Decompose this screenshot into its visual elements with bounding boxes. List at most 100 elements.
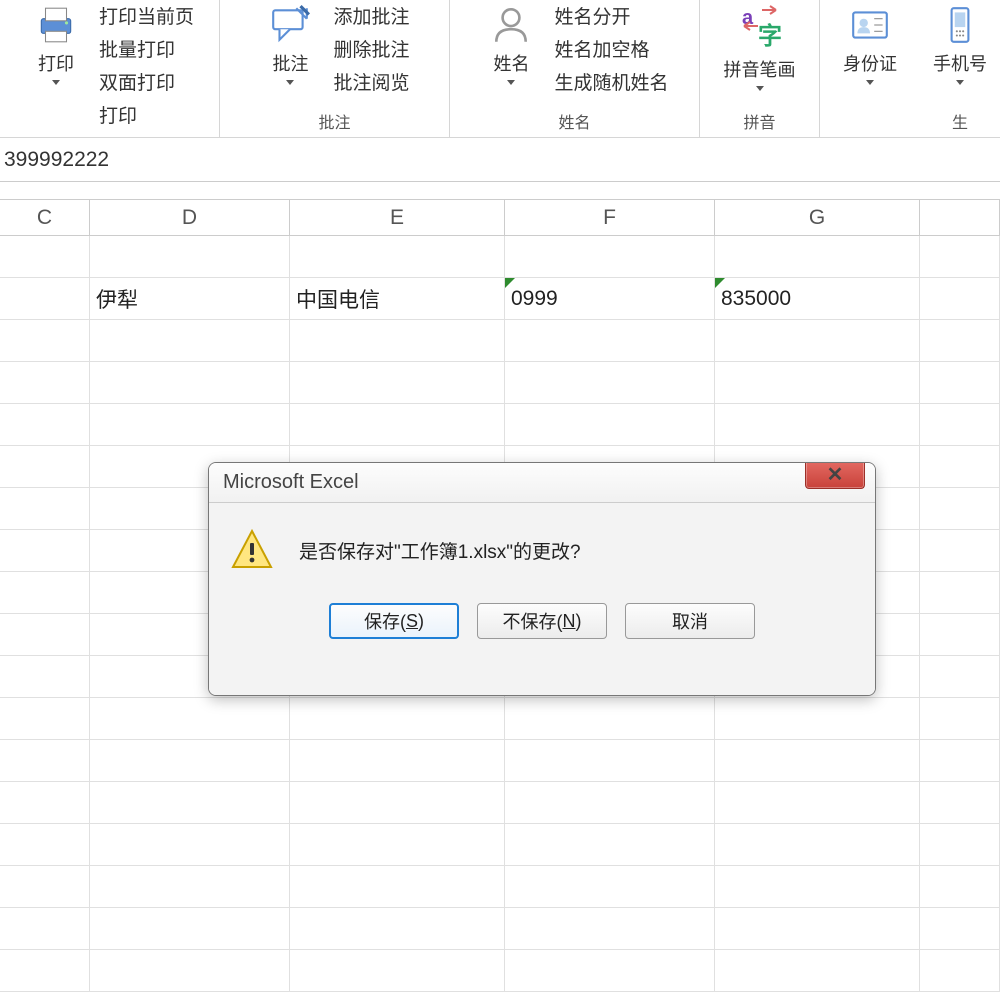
comment-button[interactable]: 批注 [255,0,325,91]
ribbon: 打印 打印当前页 批量打印 双面打印 打印 批注 添加批注 删除批注 批注阅览 [0,0,1000,138]
table-row [0,320,1000,362]
dropdown-icon [866,80,874,85]
print-current-page[interactable]: 打印当前页 [95,0,198,31]
add-comment[interactable]: 添加批注 [329,0,413,31]
print-button[interactable]: 打印 [21,0,91,91]
dialog-title: Microsoft Excel [223,471,359,494]
batch-print[interactable]: 批量打印 [95,33,198,64]
table-row [0,236,1000,278]
table-row [0,950,1000,992]
col-head-d[interactable]: D [90,200,290,235]
error-indicator-icon [715,278,725,288]
cancel-button[interactable]: 取消 [625,603,755,639]
cell-f[interactable]: 0999 [505,278,715,319]
warning-icon [229,527,275,573]
cell[interactable] [715,236,920,277]
delete-comment[interactable]: 删除批注 [329,33,413,64]
name-split[interactable]: 姓名分开 [550,0,672,31]
comment-icon [269,4,311,46]
comment-label: 批注 [272,50,308,76]
col-head-f[interactable]: F [505,200,715,235]
dialog-message: 是否保存对"工作簿1.xlsx"的更改? [299,537,581,564]
dropdown-icon [756,86,764,91]
id-button[interactable]: 身份证 [825,0,915,91]
id-group-label [868,115,872,133]
table-row [0,908,1000,950]
ribbon-group-id: 身份证 [820,0,920,137]
dialog-buttons: 保存(S) 不保存(N) 取消 [229,603,855,639]
formula-bar[interactable]: 399992222 [0,138,1000,182]
phone-group-label: 生 [952,109,968,133]
formula-bar-value: 399992222 [4,148,109,172]
cell[interactable] [0,278,90,319]
spacer [0,182,1000,200]
table-row [0,698,1000,740]
cell[interactable] [920,236,1000,277]
printer-icon [35,4,77,46]
ribbon-group-print: 打印 打印当前页 批量打印 双面打印 打印 [0,0,220,137]
print-sublist: 打印当前页 批量打印 双面打印 打印 [95,0,198,130]
close-icon: ✕ [827,462,844,487]
cell-e[interactable]: 中国电信 [290,278,505,319]
cell-value: 835000 [721,287,791,311]
cell[interactable] [90,236,290,277]
col-head-c[interactable]: C [0,200,90,235]
ribbon-group-comment: 批注 添加批注 删除批注 批注阅览 批注 [220,0,450,137]
pinyin-group-label: 拼音 [743,109,775,133]
comment-sublist: 添加批注 删除批注 批注阅览 [329,0,413,97]
svg-text:字: 字 [758,22,782,50]
name-label: 姓名 [493,50,529,76]
dropdown-icon [286,80,294,85]
ribbon-group-name: 姓名 姓名分开 姓名加空格 生成随机姓名 姓名 [450,0,700,137]
table-row [0,404,1000,446]
col-head-e[interactable]: E [290,200,505,235]
pinyin-button[interactable]: a字 拼音笔画 [710,0,810,97]
col-head-g[interactable]: G [715,200,920,235]
dropdown-icon [52,80,60,85]
name-group-label: 姓名 [558,109,590,133]
pinyin-icon: a字 [736,4,784,52]
cell[interactable] [0,236,90,277]
cell-g[interactable]: 835000 [715,278,920,319]
name-space[interactable]: 姓名加空格 [550,33,672,64]
review-comment[interactable]: 批注阅览 [329,66,413,97]
save-dialog: Microsoft Excel ✕ 是否保存对"工作簿1.xlsx"的更改? 保… [208,462,876,696]
table-row: 伊犁 中国电信 0999 835000 [0,278,1000,320]
error-indicator-icon [505,278,515,288]
print-item[interactable]: 打印 [95,99,198,130]
ribbon-group-phone: 手机号 生 [920,0,1000,137]
cell[interactable] [920,278,1000,319]
cell-d[interactable]: 伊犁 [90,278,290,319]
comment-group-label: 批注 [318,109,350,133]
phone-label: 手机号 [933,50,987,76]
save-button[interactable]: 保存(S) [329,603,459,639]
cell[interactable] [505,236,715,277]
name-button[interactable]: 姓名 [476,0,546,91]
col-head-h[interactable] [920,200,1000,235]
phone-button[interactable]: 手机号 [925,0,995,91]
column-headers: C D E F G [0,200,1000,236]
duplex-print[interactable]: 双面打印 [95,66,198,97]
random-name[interactable]: 生成随机姓名 [550,66,672,97]
table-row [0,824,1000,866]
table-row [0,740,1000,782]
phone-icon [939,4,981,46]
dropdown-icon [956,80,964,85]
person-icon [490,4,532,46]
dont-save-button[interactable]: 不保存(N) [477,603,607,639]
cell-value: 0999 [511,287,558,311]
table-row [0,782,1000,824]
ribbon-group-pinyin: a字 拼音笔画 拼音 [700,0,820,137]
id-label: 身份证 [843,50,897,76]
pinyin-label: 拼音笔画 [724,56,796,82]
print-label: 打印 [38,50,74,76]
dropdown-icon [507,80,515,85]
dialog-body: 是否保存对"工作簿1.xlsx"的更改? 保存(S) 不保存(N) 取消 [209,503,875,695]
name-sublist: 姓名分开 姓名加空格 生成随机姓名 [550,0,672,97]
dialog-titlebar[interactable]: Microsoft Excel ✕ [209,463,875,503]
cell[interactable] [290,236,505,277]
table-row [0,866,1000,908]
table-row [0,362,1000,404]
id-card-icon [849,4,891,46]
close-button[interactable]: ✕ [805,462,865,489]
